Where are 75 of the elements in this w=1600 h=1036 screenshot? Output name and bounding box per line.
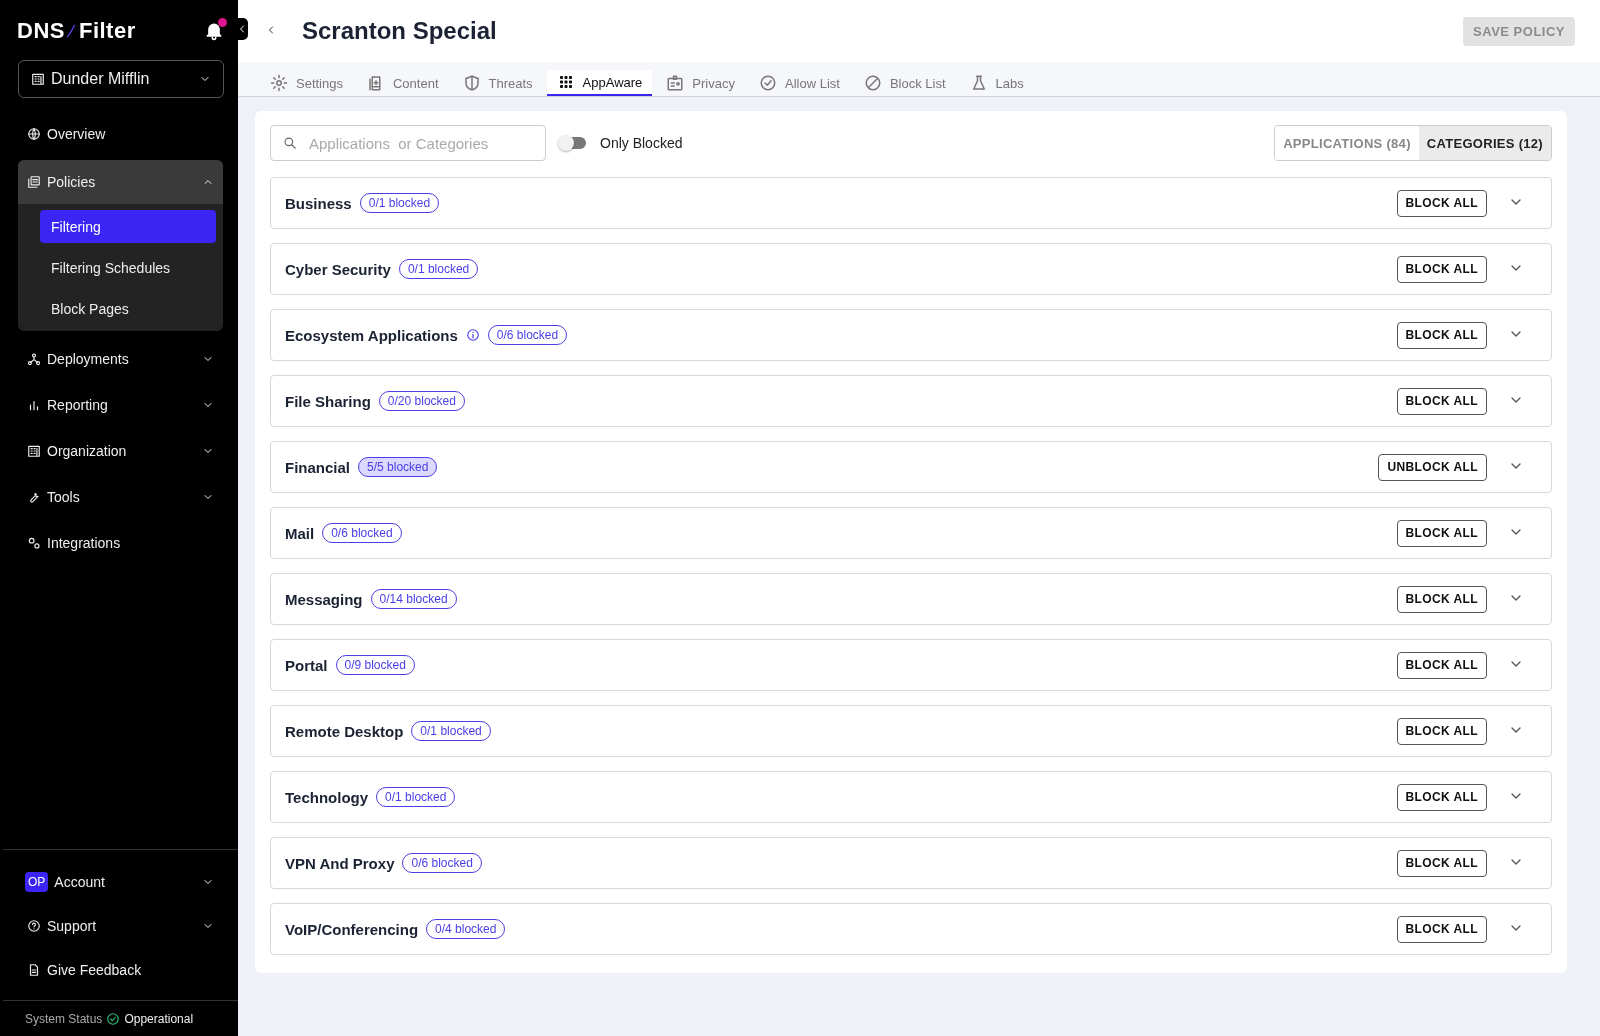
tab[interactable]: Labs (959, 70, 1034, 96)
status-value: Opperational (124, 1011, 194, 1026)
category-name: VoIP/Conferencing (285, 920, 419, 938)
logo: DNS Filter (17, 18, 136, 44)
tab[interactable]: Settings (260, 70, 353, 96)
block-all-button[interactable]: BLOCK ALL (1396, 321, 1487, 349)
globe-icon (27, 127, 41, 141)
block-all-button[interactable]: UNBLOCK ALL (1378, 453, 1487, 481)
documents-icon (27, 175, 41, 189)
block-all-button[interactable]: BLOCK ALL (1396, 585, 1487, 613)
nav-item[interactable]: Policies (18, 160, 223, 204)
block-all-button[interactable]: BLOCK ALL (1396, 849, 1487, 877)
nav-item[interactable]: Tools (18, 475, 223, 519)
category-name: Portal (285, 656, 328, 674)
page-title: Scranton Special (302, 17, 498, 45)
category-name: File Sharing (285, 392, 371, 410)
search-icon (283, 136, 297, 150)
block-all-button[interactable]: BLOCK ALL (1396, 387, 1487, 415)
category-name: Financial (285, 458, 351, 476)
nav-subitem[interactable]: Block Pages (40, 292, 216, 325)
block-all-button[interactable]: BLOCK ALL (1396, 651, 1487, 679)
category-name: VPN And Proxy (285, 854, 395, 872)
nav-subitem[interactable]: Filtering Schedules (40, 251, 216, 284)
tab[interactable]: Allow List (749, 70, 850, 96)
status-label: System Status (25, 1011, 103, 1026)
block-all-button[interactable]: BLOCK ALL (1396, 717, 1487, 745)
organization-name: Dunder Mifflin (51, 70, 151, 88)
help-icon (27, 919, 41, 933)
nav-item[interactable]: OP Account (18, 860, 223, 904)
block-all-button[interactable]: BLOCK ALL (1396, 519, 1487, 547)
tab[interactable]: Block List (853, 70, 956, 96)
id-card-icon (666, 74, 685, 92)
category-name: Remote Desktop (285, 722, 404, 740)
blocked-count-badge: 5/5 blocked (358, 457, 438, 477)
shield-icon (462, 74, 481, 92)
view-switch-button[interactable]: CATEGORIES (12) (1418, 126, 1551, 160)
category-name: Ecosystem Applications (285, 326, 458, 344)
tab[interactable]: Privacy (656, 70, 745, 96)
tab[interactable]: Content (357, 70, 449, 96)
collapse-sidebar-button[interactable] (236, 18, 248, 40)
wrench-icon (27, 490, 41, 504)
tab[interactable]: AppAware (546, 70, 653, 96)
block-all-button[interactable]: BLOCK ALL (1396, 915, 1487, 943)
toggle-switch[interactable] (560, 137, 586, 149)
block-all-button[interactable]: BLOCK ALL (1396, 189, 1487, 217)
building-icon (27, 444, 41, 458)
nav-item[interactable]: Deployments (18, 337, 223, 381)
gear-icon (270, 74, 288, 92)
nav-item[interactable]: Support (18, 904, 223, 948)
nav-subitem[interactable]: Filtering (40, 210, 216, 243)
avatar: OP (25, 872, 49, 892)
nav-item[interactable]: Overview (18, 112, 223, 156)
organization-selector[interactable]: Dunder Mifflin (18, 60, 224, 98)
document-icon (27, 963, 41, 977)
category-name: Technology (285, 788, 369, 806)
category-name: Business (285, 194, 352, 212)
nav-item[interactable]: Reporting (18, 383, 223, 427)
block-all-button[interactable]: BLOCK ALL (1396, 255, 1487, 283)
category-name: Messaging (285, 590, 363, 608)
search-field[interactable]: Applications or Categories (270, 125, 546, 161)
prohibited-icon (863, 74, 882, 92)
check-circle-icon (759, 74, 777, 92)
tab[interactable]: Threats (452, 70, 543, 96)
check-circle-icon (106, 1011, 121, 1026)
network-nodes-icon (27, 352, 41, 366)
bar-chart-icon (27, 398, 41, 412)
category-name: Cyber Security (285, 260, 391, 278)
notification-bell-icon[interactable] (204, 20, 224, 42)
toggle-label: Only Blocked (600, 135, 683, 151)
nav-item[interactable]: Integrations (18, 521, 223, 565)
category-name: Mail (285, 524, 315, 542)
nav-item[interactable]: Give Feedback (18, 948, 223, 992)
block-all-button[interactable]: BLOCK ALL (1396, 783, 1487, 811)
nav-item[interactable]: Organization (18, 429, 223, 473)
building-icon (31, 72, 45, 86)
